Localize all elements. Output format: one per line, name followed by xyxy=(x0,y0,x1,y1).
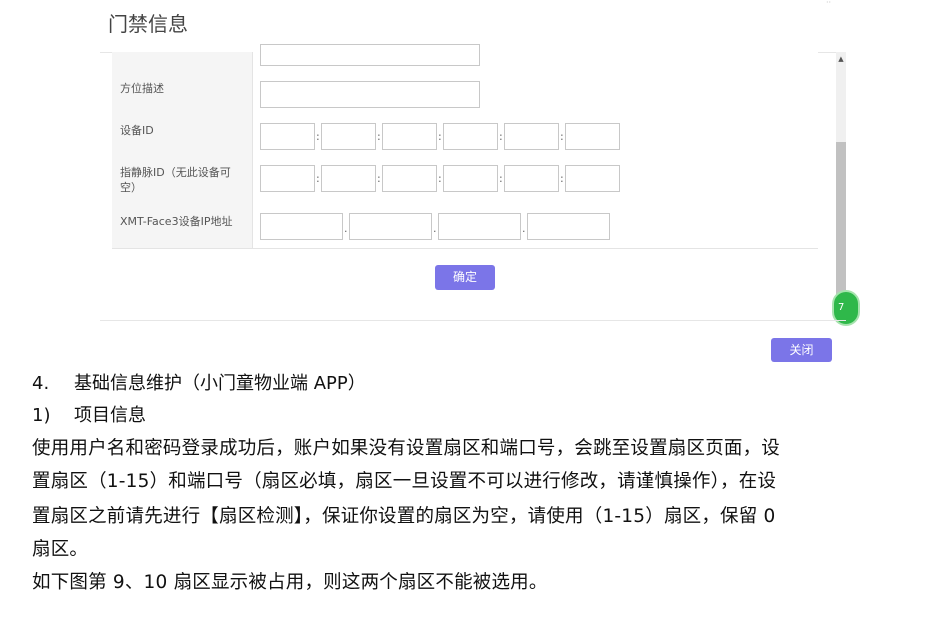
face3-ip-label: XMT-Face3设备IP地址 xyxy=(112,206,253,248)
vein-id-segment-5[interactable] xyxy=(504,165,559,192)
device-id-field: : : : : : xyxy=(253,115,818,157)
scrollbar-thumb[interactable] xyxy=(836,142,846,302)
device-id-sep-5: : xyxy=(560,130,564,143)
direction-field xyxy=(253,73,818,115)
form-row-face3-ip: XMT-Face3设备IP地址 . . . xyxy=(112,206,818,249)
device-id-segment-1[interactable] xyxy=(260,123,315,150)
ip-octet-4[interactable] xyxy=(527,213,610,240)
device-id-sep-2: : xyxy=(377,130,381,143)
device-id-label: 设备ID xyxy=(112,115,253,157)
vein-id-segment-4[interactable] xyxy=(443,165,498,192)
vein-id-sep-3: : xyxy=(438,172,442,185)
vein-id-segment-6[interactable] xyxy=(565,165,620,192)
paragraph-line-4: 扇区。 xyxy=(32,539,89,560)
form-row-partial xyxy=(112,44,818,74)
vein-id-segment-2[interactable] xyxy=(321,165,376,192)
device-id-sep-1: : xyxy=(316,130,320,143)
confirm-button[interactable]: 确定 xyxy=(435,265,495,290)
ip-sep-2: . xyxy=(433,222,437,235)
ip-octet-2[interactable] xyxy=(349,213,432,240)
direction-label: 方位描述 xyxy=(112,73,253,115)
vein-id-label: 指静脉ID（无此设备可空） xyxy=(112,157,253,206)
ip-octet-3[interactable] xyxy=(438,213,521,240)
vein-id-sep-2: : xyxy=(377,172,381,185)
direction-input[interactable] xyxy=(260,81,480,108)
device-id-sep-4: : xyxy=(499,130,503,143)
form-row-vein-id: 指静脉ID（无此设备可空） : : : : : xyxy=(112,157,818,207)
paragraph-line-2: 置扇区（1-15）和端口号（扇区必填，扇区一旦设置不可以进行修改，请谨慎操作），… xyxy=(32,471,777,492)
close-button[interactable]: 关闭 xyxy=(771,338,832,362)
vein-id-segment-1[interactable] xyxy=(260,165,315,192)
face3-ip-field: . . . xyxy=(253,206,818,248)
device-id-segment-4[interactable] xyxy=(443,123,498,150)
device-id-sep-3: : xyxy=(438,130,442,143)
device-id-segment-5[interactable] xyxy=(504,123,559,150)
vein-id-field: : : : : : xyxy=(253,157,818,206)
vein-id-segment-3[interactable] xyxy=(382,165,437,192)
dialog-title: 门禁信息 xyxy=(108,12,188,36)
more-dots-icon: ·· xyxy=(826,0,832,7)
section-number: 4. xyxy=(32,373,50,394)
paragraph-line-3: 置扇区之前请先进行【扇区检测】，保证你设置的扇区为空，请使用（1-15）扇区，保… xyxy=(32,506,776,527)
scroll-up-arrow-icon[interactable]: ▲ xyxy=(836,55,846,63)
paragraph-line-1: 使用用户名和密码登录成功后，账户如果没有设置扇区和端口号，会跳至设置扇区页面，设 xyxy=(32,438,781,459)
form-row-field xyxy=(253,44,818,73)
ip-sep-3: . xyxy=(522,222,526,235)
ip-octet-1[interactable] xyxy=(260,213,343,240)
vein-id-sep-5: : xyxy=(560,172,564,185)
form-row-label xyxy=(112,52,253,73)
device-id-segment-6[interactable] xyxy=(565,123,620,150)
subsection-number: 1) xyxy=(32,405,51,426)
vein-id-sep-1: : xyxy=(316,172,320,185)
form-area: 方位描述 设备ID : : : : : 指静脉ID（无此设备可空） : :: … xyxy=(112,44,818,249)
device-id-segment-3[interactable] xyxy=(382,123,437,150)
paragraph-line-5: 如下图第 9、10 扇区显示被占用，则这两个扇区不能被选用。 xyxy=(32,572,548,593)
subsection-title: 项目信息 xyxy=(74,405,146,426)
partial-text-input[interactable] xyxy=(260,44,480,66)
section-title: 基础信息维护（小门童物业端 APP） xyxy=(74,373,366,394)
ip-sep-1: . xyxy=(344,222,348,235)
form-row-direction: 方位描述 xyxy=(112,73,818,116)
footer-divider xyxy=(100,320,846,321)
form-row-device-id: 设备ID : : : : : xyxy=(112,115,818,158)
vein-id-sep-4: : xyxy=(499,172,503,185)
device-id-segment-2[interactable] xyxy=(321,123,376,150)
